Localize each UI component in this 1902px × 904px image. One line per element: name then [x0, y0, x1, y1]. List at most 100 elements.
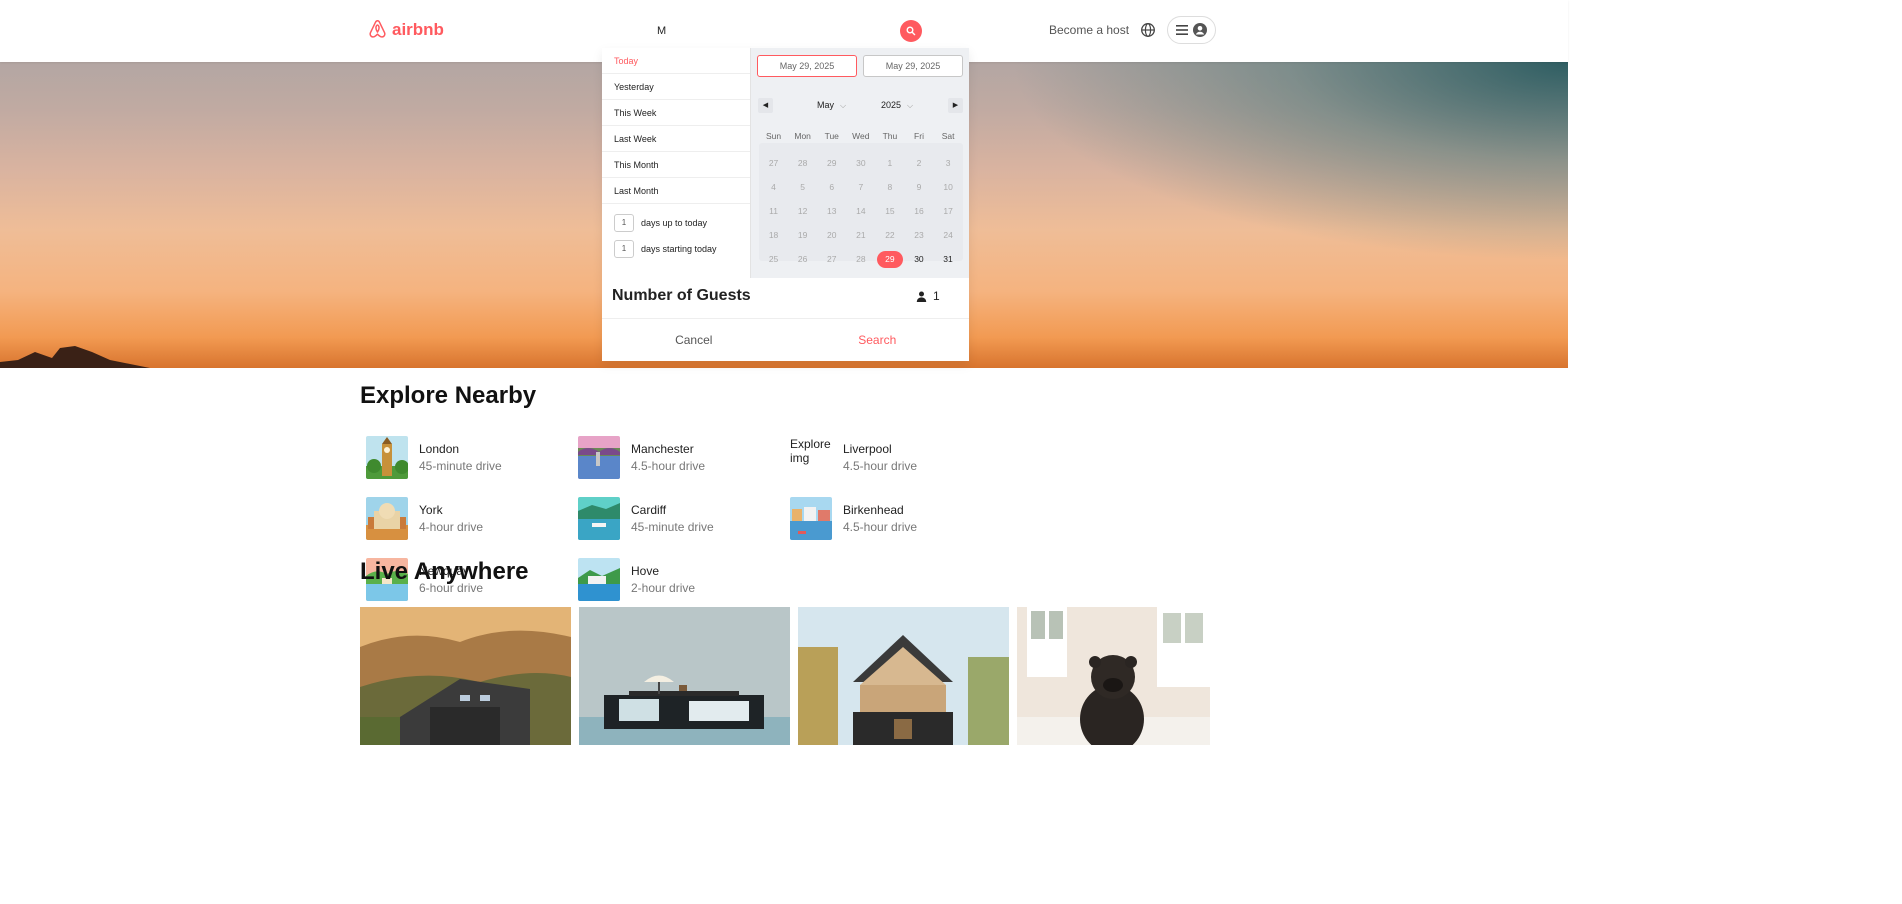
explore-drive-time: 4.5-hour drive [843, 520, 918, 534]
day-cell[interactable]: 14 [846, 206, 875, 216]
day-cell[interactable]: 22 [875, 230, 904, 240]
hamburger-menu-icon [1176, 25, 1189, 35]
airbnb-logo[interactable]: airbnb [367, 19, 444, 40]
day-cell[interactable]: 27 [759, 158, 788, 168]
day-cell[interactable]: 21 [846, 230, 875, 240]
cancel-button[interactable]: Cancel [602, 319, 786, 361]
month-select[interactable]: May ⌵ [817, 100, 846, 111]
day-cell[interactable]: 25 [759, 254, 788, 264]
explore-card-york[interactable]: York 4-hour drive [366, 497, 578, 540]
explore-drive-time: 4.5-hour drive [631, 459, 706, 473]
hero-sky-glow [1008, 62, 1568, 262]
day-cell[interactable]: 28 [846, 254, 875, 264]
search-input[interactable]: M [657, 25, 926, 37]
day-cell[interactable]: 28 [788, 158, 817, 168]
explore-city: London [419, 442, 460, 456]
day-cell[interactable]: 9 [904, 182, 933, 192]
date-picker-popup: Today Yesterday This Week Last Week This… [602, 48, 969, 361]
day-cell[interactable]: 6 [817, 182, 846, 192]
day-cell[interactable]: 19 [788, 230, 817, 240]
live-card-entire-homes-image[interactable] [798, 607, 1009, 745]
day-cell[interactable]: 3 [934, 158, 963, 168]
week-row: 11 12 13 14 15 16 17 [759, 199, 963, 223]
explore-card-manchester[interactable]: Manchester 4.5-hour drive [578, 436, 790, 479]
weekday-label: Thu [882, 131, 898, 141]
day-cell-selected[interactable]: 29 [876, 250, 903, 268]
weekday-header: Sun Mon Tue Wed Thu Fri Sat [759, 127, 963, 151]
hove-thumbnail [578, 558, 620, 601]
explore-drive-time: 45-minute drive [631, 520, 714, 534]
cardiff-thumbnail [578, 497, 620, 540]
week-row: 27 28 29 30 1 2 3 [759, 151, 963, 175]
days-starting-today-input[interactable]: 1 [614, 240, 634, 258]
day-cell[interactable]: 30 [904, 254, 933, 264]
search-submit-button[interactable]: Search [786, 319, 970, 361]
next-month-button[interactable]: ▶ [948, 98, 963, 113]
range-this-month[interactable]: This Month [602, 152, 750, 178]
globe-icon[interactable] [1140, 22, 1156, 38]
weekday-label: Sun [765, 131, 782, 141]
day-cell[interactable]: 18 [759, 230, 788, 240]
live-card-unique-stays-image[interactable] [579, 607, 790, 745]
range-last-month[interactable]: Last Month [602, 178, 750, 204]
day-cell[interactable]: 30 [846, 158, 875, 168]
preset-ranges: Today Yesterday This Week Last Week This… [602, 48, 750, 204]
day-cell[interactable]: 5 [788, 182, 817, 192]
explore-card-london[interactable]: London 45-minute drive [366, 436, 578, 479]
days-up-to-today-input[interactable]: 1 [614, 214, 634, 232]
search-button[interactable] [900, 20, 922, 42]
day-cell[interactable]: 31 [933, 254, 962, 264]
day-cell[interactable]: 12 [788, 206, 817, 216]
day-cell[interactable]: 27 [817, 254, 846, 264]
search-bar[interactable]: M [643, 15, 926, 47]
manchester-thumbnail [578, 436, 620, 479]
week-row: 18 19 20 21 22 23 24 [759, 223, 963, 247]
become-host-link[interactable]: Become a host [1049, 23, 1129, 37]
day-cell[interactable]: 10 [934, 182, 963, 192]
prev-month-button[interactable]: ◀ [758, 98, 773, 113]
day-cell[interactable]: 7 [846, 182, 875, 192]
day-cell[interactable]: 2 [904, 158, 933, 168]
days-starting-today-label: days starting today [641, 244, 717, 254]
explore-card-hove[interactable]: Hove 2-hour drive [578, 558, 790, 601]
york-thumbnail [366, 497, 408, 540]
range-yesterday[interactable]: Yesterday [602, 74, 750, 100]
day-cell[interactable]: 8 [875, 182, 904, 192]
explore-city: Birkenhead [843, 503, 904, 517]
live-card-outdoor-getaways-image[interactable] [360, 607, 571, 745]
day-cell[interactable]: 20 [817, 230, 846, 240]
day-cell[interactable]: 29 [817, 158, 846, 168]
day-cell[interactable]: 23 [904, 230, 933, 240]
hero-rock-silhouette [0, 346, 150, 368]
day-cell[interactable]: 17 [934, 206, 963, 216]
search-icon [906, 26, 916, 36]
range-today[interactable]: Today [602, 48, 750, 74]
explore-card-liverpool[interactable]: Explore img Liverpool 4.5-hour drive [790, 436, 1002, 479]
end-date-input[interactable]: May 29, 2025 [863, 55, 963, 77]
user-menu-button[interactable] [1167, 16, 1217, 44]
london-thumbnail [366, 436, 408, 479]
explore-nearby-title: Explore Nearby [360, 382, 537, 409]
day-cell[interactable]: 24 [934, 230, 963, 240]
weekday-label: Sat [941, 131, 955, 141]
day-cell[interactable]: 15 [875, 206, 904, 216]
explore-card-birkenhead[interactable]: Birkenhead 4.5-hour drive [790, 497, 1002, 540]
chevron-down-icon: ⌵ [840, 101, 847, 110]
year-select[interactable]: 2025 ⌵ [881, 100, 913, 111]
explore-card-cardiff[interactable]: Cardiff 45-minute drive [578, 497, 790, 540]
day-cell[interactable]: 1 [875, 158, 904, 168]
guests-counter[interactable]: 1 [916, 289, 940, 303]
guests-title: Number of Guests [612, 287, 751, 304]
day-cell[interactable]: 4 [759, 182, 788, 192]
day-cell[interactable]: 13 [817, 206, 846, 216]
day-cell[interactable]: 16 [904, 206, 933, 216]
start-date-input[interactable]: May 29, 2025 [757, 55, 857, 77]
chevron-down-icon: ⌵ [907, 101, 914, 110]
live-card-pets-allowed-image[interactable] [1017, 607, 1210, 745]
range-this-week[interactable]: This Week [602, 100, 750, 126]
day-cell[interactable]: 26 [788, 254, 817, 264]
birkenhead-thumbnail [790, 497, 832, 540]
range-last-week[interactable]: Last Week [602, 126, 750, 152]
year-value: 2025 [881, 100, 902, 110]
day-cell[interactable]: 11 [759, 206, 788, 216]
